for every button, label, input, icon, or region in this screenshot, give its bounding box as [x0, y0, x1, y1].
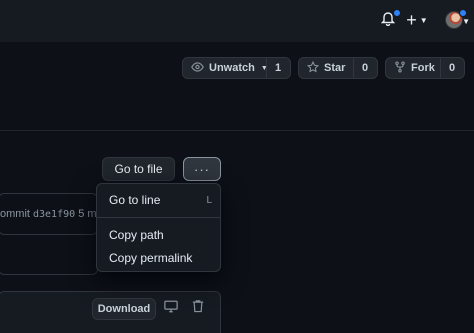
trash-icon	[192, 299, 204, 318]
open-desktop-button[interactable]	[163, 300, 179, 318]
menu-item-label: Go to line	[109, 193, 161, 207]
notifications-button[interactable]	[378, 9, 401, 31]
go-to-file-button[interactable]: Go to file	[102, 157, 175, 181]
download-button[interactable]: Download	[92, 298, 156, 320]
watch-label: Unwatch	[209, 62, 255, 74]
menu-divider	[97, 217, 220, 218]
commit-prefix: ommit	[0, 208, 33, 220]
desktop-icon	[164, 300, 178, 318]
menu-item-copy-path[interactable]: Copy path	[97, 225, 220, 245]
star-icon	[306, 60, 324, 76]
user-menu-button[interactable]: ▼	[440, 8, 470, 32]
section-divider	[0, 130, 474, 131]
kebab-horizontal-icon: ···	[194, 161, 210, 177]
commit-info: ommit d3e1f90 5 mi	[0, 208, 99, 220]
star-count[interactable]: 0	[353, 58, 376, 78]
commit-sha-link[interactable]: d3e1f90	[33, 209, 75, 220]
unread-indicator	[393, 9, 401, 17]
more-options-menu: Go to line L Copy path Copy permalink	[96, 183, 221, 272]
delete-file-button[interactable]	[190, 299, 206, 318]
eye-icon	[191, 61, 209, 76]
status-indicator	[459, 9, 467, 17]
star-label: Star	[324, 62, 346, 74]
top-header	[0, 0, 474, 42]
fork-button-group: Fork 0	[385, 57, 465, 79]
fork-count[interactable]: 0	[440, 58, 463, 78]
fork-label: Fork	[411, 62, 435, 74]
star-button-group: Star 0	[298, 57, 378, 79]
file-list-panel	[0, 235, 98, 275]
watch-count[interactable]: 1	[266, 58, 289, 78]
more-options-button[interactable]: ···	[183, 157, 221, 181]
fork-icon	[394, 61, 411, 76]
menu-item-go-to-line[interactable]: Go to line L	[97, 190, 220, 210]
create-new-button[interactable]: + ▼	[404, 10, 430, 30]
chevron-down-icon: ▼	[419, 15, 428, 25]
shortcut-hint: L	[206, 194, 212, 206]
menu-item-copy-permalink[interactable]: Copy permalink	[97, 248, 220, 268]
watch-button-group: Unwatch ▼ 1	[182, 57, 291, 79]
plus-icon: +	[406, 9, 417, 30]
menu-item-label: Copy path	[109, 228, 164, 242]
chevron-down-icon: ▼	[462, 17, 470, 26]
fork-button[interactable]: Fork	[386, 58, 440, 78]
star-button[interactable]: Star	[299, 58, 353, 78]
menu-item-label: Copy permalink	[109, 251, 193, 265]
watch-button[interactable]: Unwatch ▼	[183, 58, 268, 78]
